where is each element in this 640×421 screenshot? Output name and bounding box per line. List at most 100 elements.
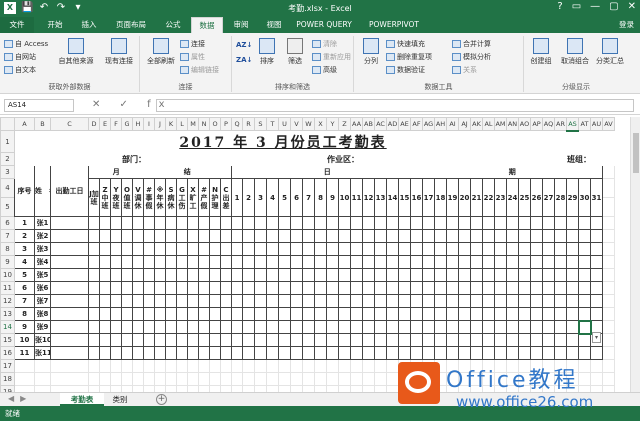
- attendance-cell[interactable]: [231, 268, 243, 282]
- cell[interactable]: [242, 359, 255, 373]
- cell[interactable]: [326, 372, 339, 386]
- attendance-cell[interactable]: [542, 307, 555, 321]
- attendance-cell[interactable]: [176, 216, 188, 230]
- attendance-cell[interactable]: [374, 281, 387, 295]
- attendance-cell[interactable]: [590, 268, 603, 282]
- attendance-cell[interactable]: [566, 281, 579, 295]
- attendance-cell[interactable]: [410, 229, 423, 243]
- cell[interactable]: [362, 372, 375, 386]
- attendance-cell[interactable]: [398, 307, 411, 321]
- cell[interactable]: [278, 372, 291, 386]
- attendance-cell[interactable]: [165, 320, 177, 334]
- column-header[interactable]: J: [154, 117, 166, 131]
- attendance-cell[interactable]: [338, 346, 351, 360]
- attendance-cell[interactable]: [290, 333, 303, 347]
- attendance-cell[interactable]: [578, 333, 591, 347]
- attendance-cell[interactable]: [422, 281, 435, 295]
- attendance-cell[interactable]: [326, 320, 339, 334]
- attendance-cell[interactable]: [143, 255, 155, 269]
- attendance-cell[interactable]: [302, 320, 315, 334]
- attendance-cell[interactable]: [231, 242, 243, 256]
- row-header[interactable]: 13: [0, 307, 15, 321]
- attendance-cell[interactable]: [314, 346, 327, 360]
- attendance-cell[interactable]: [458, 281, 471, 295]
- column-header[interactable]: M: [187, 117, 199, 131]
- attendance-cell[interactable]: [434, 229, 447, 243]
- attendance-cell[interactable]: [458, 268, 471, 282]
- attendance-cell[interactable]: [458, 346, 471, 360]
- employee-seq[interactable]: 4: [14, 255, 35, 269]
- attendance-cell[interactable]: [154, 333, 166, 347]
- attendance-cell[interactable]: [176, 346, 188, 360]
- column-header[interactable]: AP: [530, 117, 543, 131]
- attendance-cell[interactable]: [110, 346, 122, 360]
- attendance-cell[interactable]: [99, 320, 111, 334]
- attendance-cell[interactable]: [132, 268, 144, 282]
- attendance-cell[interactable]: [482, 242, 495, 256]
- attendance-cell[interactable]: [209, 255, 221, 269]
- attendance-cell[interactable]: [494, 294, 507, 308]
- tab-data[interactable]: 数据: [191, 17, 223, 33]
- attendance-cell[interactable]: [350, 320, 363, 334]
- cell[interactable]: [165, 359, 177, 373]
- attendance-cell[interactable]: [198, 281, 210, 295]
- attendance-cell[interactable]: [209, 307, 221, 321]
- attendance-cell[interactable]: [198, 216, 210, 230]
- attendance-cell[interactable]: [338, 229, 351, 243]
- column-header[interactable]: C: [50, 117, 89, 131]
- add-sheet-icon[interactable]: +: [156, 394, 167, 405]
- attendance-cell[interactable]: [446, 216, 459, 230]
- column-header[interactable]: AQ: [542, 117, 555, 131]
- attendance-cell[interactable]: [590, 346, 603, 360]
- attendance-cell[interactable]: [278, 333, 291, 347]
- help-button[interactable]: ?: [557, 1, 562, 12]
- attendance-cell[interactable]: [422, 307, 435, 321]
- attendance-cell[interactable]: [88, 268, 100, 282]
- attendance-cell[interactable]: [458, 255, 471, 269]
- attendance-cell[interactable]: [209, 242, 221, 256]
- attendance-cell[interactable]: [434, 216, 447, 230]
- attendance-cell[interactable]: [326, 333, 339, 347]
- cell[interactable]: [15, 153, 122, 166]
- attendance-cell[interactable]: [590, 242, 603, 256]
- attendance-cell[interactable]: [434, 281, 447, 295]
- attendance-cell[interactable]: [458, 229, 471, 243]
- attendance-cell[interactable]: [242, 242, 255, 256]
- attendance-cell[interactable]: [518, 294, 531, 308]
- attendance-cell[interactable]: [578, 307, 591, 321]
- attendance-cell[interactable]: [590, 229, 603, 243]
- attendance-cell[interactable]: [254, 216, 267, 230]
- sheet-nav-arrows[interactable]: ◀▶: [8, 394, 32, 403]
- employee-seq[interactable]: 8: [14, 307, 35, 321]
- attendance-cell[interactable]: [350, 281, 363, 295]
- column-header[interactable]: F: [110, 117, 122, 131]
- attendance-cell[interactable]: [434, 320, 447, 334]
- attendance-cell[interactable]: [470, 346, 483, 360]
- attendance-cell[interactable]: [506, 255, 519, 269]
- attendance-cell[interactable]: [290, 255, 303, 269]
- cell[interactable]: [50, 359, 89, 373]
- attendance-cell[interactable]: [530, 281, 543, 295]
- formula-input[interactable]: [156, 99, 634, 112]
- cell[interactable]: [602, 197, 615, 217]
- attendance-cell[interactable]: [220, 320, 232, 334]
- attendance-cell[interactable]: [578, 255, 591, 269]
- attendance-cell[interactable]: [266, 307, 279, 321]
- attendance-cell[interactable]: [398, 216, 411, 230]
- attendance-cell[interactable]: [143, 333, 155, 347]
- attendance-cell[interactable]: [99, 281, 111, 295]
- employee-name[interactable]: 张5: [34, 268, 51, 282]
- column-header[interactable]: E: [99, 117, 111, 131]
- attendance-cell[interactable]: [143, 229, 155, 243]
- attendance-cell[interactable]: [154, 255, 166, 269]
- attendance-cell[interactable]: [302, 268, 315, 282]
- cell[interactable]: [338, 359, 351, 373]
- attendance-cell[interactable]: [242, 281, 255, 295]
- column-header[interactable]: AO: [518, 117, 531, 131]
- cell[interactable]: [132, 359, 144, 373]
- attendance-cell[interactable]: [446, 333, 459, 347]
- attendance-cell[interactable]: [121, 255, 133, 269]
- attendance-cell[interactable]: [290, 268, 303, 282]
- column-header[interactable]: AC: [374, 117, 387, 131]
- attendance-cell[interactable]: [518, 320, 531, 334]
